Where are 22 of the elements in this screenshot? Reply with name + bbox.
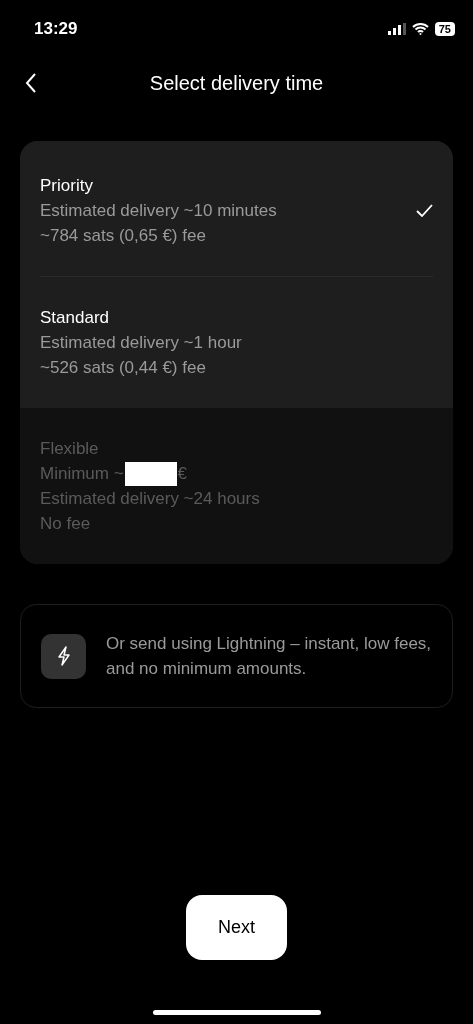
currency-symbol: € xyxy=(177,463,188,485)
lightning-icon xyxy=(41,633,86,679)
option-detail: Estimated delivery ~1 hour xyxy=(40,332,242,354)
minimum-label: Minimum ~ xyxy=(40,463,124,485)
option-title: Priority xyxy=(40,175,94,197)
next-button[interactable]: Next xyxy=(186,895,287,960)
redaction-box xyxy=(124,461,177,486)
option-detail: No fee xyxy=(40,513,92,535)
option-detail: Estimated delivery ~24 hours xyxy=(40,488,260,510)
back-button[interactable] xyxy=(24,71,38,95)
battery-indicator: 75 xyxy=(434,22,455,36)
checkmark-icon xyxy=(416,204,433,217)
option-title: Flexible xyxy=(40,438,100,460)
option-title: Standard xyxy=(40,307,110,329)
lightning-note-text: Or send using Lightning – instant, low fees, and no minimum amounts. xyxy=(106,633,432,680)
option-detail: ~784 sats (0,65 €) fee xyxy=(40,225,207,247)
option-detail: Estimated delivery ~10 minutes xyxy=(40,200,277,222)
signal-icon xyxy=(387,23,406,35)
status-time: 13:29 xyxy=(34,19,78,39)
page-title: Select delivery time xyxy=(149,71,324,95)
wifi-icon xyxy=(411,23,429,35)
option-detail: ~526 sats (0,44 €) fee xyxy=(40,357,207,379)
